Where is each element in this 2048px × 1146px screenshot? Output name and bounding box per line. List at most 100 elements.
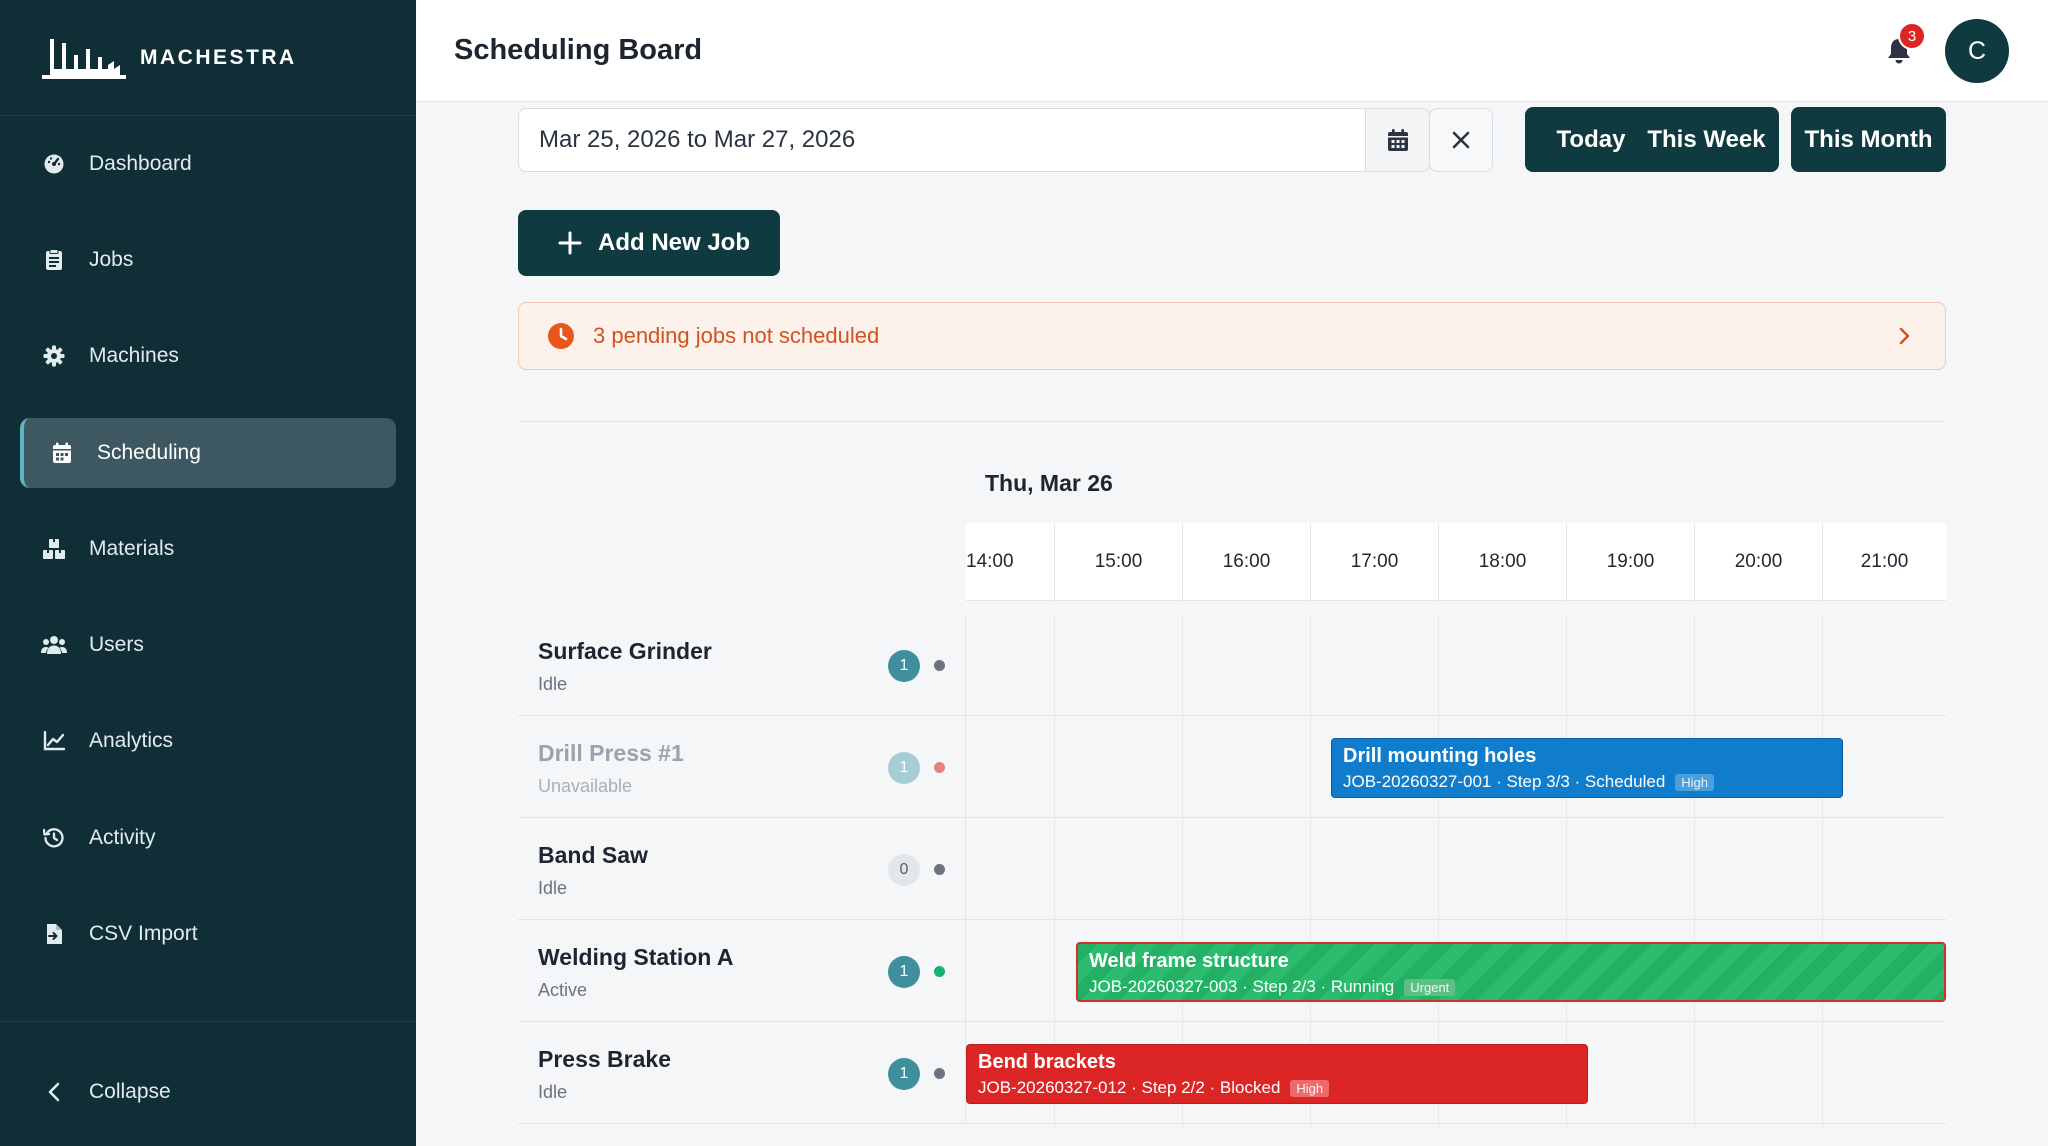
sidebar-item-label: Activity [89,826,156,849]
machine-name: Drill Press #1 [538,740,684,766]
status-dot [934,762,945,773]
time-tick: 16:00 [1182,523,1310,601]
sidebar-item-label: Scheduling [97,441,201,464]
time-tick: 19:00 [1566,523,1694,601]
sidebar-item-label: Analytics [89,729,174,752]
machine-label-press-brake[interactable]: Press Brake Idle 1 [518,1022,966,1124]
job-meta-text: JOB-20260327-001 · Step 3/3 · Scheduled [1343,772,1666,791]
history-icon [40,824,68,852]
add-new-job-label: Add New Job [598,229,751,256]
priority-badge: High [1675,773,1715,791]
sidebar-item-csv-import[interactable]: CSV Import [20,899,396,969]
factory-skyline-logo [42,38,126,79]
sidebar-item-machines[interactable]: Machines [20,321,396,391]
job-title: Drill mounting holes [1343,745,1537,767]
sidebar-item-dashboard[interactable]: Dashboard [20,129,396,199]
machine-row: Drill Press #1 Unavailable 1 Drill mount… [518,716,1946,818]
sidebar-item-label: Machines [89,344,179,367]
machine-label-band-saw[interactable]: Band Saw Idle 0 [518,818,966,920]
machine-status: Idle [538,674,568,694]
job-block-bend-brackets[interactable]: Bend brackets JOB-20260327-012 · Step 2/… [966,1044,1588,1104]
machine-label-welding-station-a[interactable]: Welding Station A Active 1 [518,920,966,1022]
notification-count-badge: 3 [1898,22,1926,50]
sidebar-item-materials[interactable]: Materials [20,514,396,584]
job-count-badge: 1 [888,1058,920,1090]
machine-name: Welding Station A [538,944,734,970]
sidebar-item-activity[interactable]: Activity [20,803,396,873]
calendar-icon [1387,129,1408,151]
status-dot [934,1068,945,1079]
this-month-button[interactable]: This Month [1791,107,1946,172]
sidebar-item-analytics[interactable]: Analytics [20,706,396,776]
time-tick: 17:00 [1310,523,1438,601]
job-meta-text: JOB-20260327-003 · Step 2/3 · Running [1089,977,1395,996]
schedule-grid: Surface Grinder Idle 1 Drill Press #1 Un… [518,614,1946,1128]
day-label: Thu, Mar 26 [985,470,1113,496]
pending-jobs-text: 3 pending jobs not scheduled [593,323,880,348]
priority-badge: High [1290,1079,1330,1097]
machine-row: Press Brake Idle 1 Bend brackets JOB-202… [518,1022,1946,1124]
clock-icon [548,323,574,349]
machine-status: Unavailable [538,776,633,796]
users-icon [40,631,68,659]
machine-label-drill-press-1[interactable]: Drill Press #1 Unavailable 1 [518,716,966,818]
time-tick: 14:00 [966,551,1014,572]
time-tick: 15:00 [1054,523,1182,601]
sidebar-item-jobs[interactable]: Jobs [20,225,396,295]
machine-row: Welding Station A Active 1 Weld frame st… [518,920,1946,1022]
boxes-icon [40,535,68,563]
file-import-icon [40,920,68,948]
machine-status: Idle [538,878,568,898]
time-tick: 21:00 [1822,523,1946,601]
status-dot [934,660,945,671]
sidebar-item-label: Users [89,633,144,656]
chevron-right-icon [1899,327,1910,345]
this-week-button[interactable]: This Week [1634,107,1779,172]
sidebar-item-label: CSV Import [89,922,198,945]
brand-name: MACHESTRA [140,45,297,69]
clear-date-button[interactable] [1429,108,1493,172]
priority-badge: Urgent [1404,978,1456,996]
sidebar-item-scheduling[interactable]: Scheduling [20,418,396,488]
job-count-badge: 1 [888,752,920,784]
machine-row: Band Saw Idle 0 [518,818,1946,920]
top-header: Scheduling Board 3 C [416,0,2048,102]
machine-name: Press Brake [538,1046,671,1072]
job-meta: JOB-20260327-012 · Step 2/2 · Blocked Hig… [978,1078,1587,1098]
clipboard-icon [40,246,68,274]
job-meta-text: JOB-20260327-012 · Step 2/2 · Blocked [978,1078,1281,1097]
time-tick: 18:00 [1438,523,1566,601]
collapse-button[interactable]: Collapse [20,1072,171,1112]
open-calendar-button[interactable] [1366,108,1430,172]
job-block-weld-frame-structure[interactable]: Weld frame structure JOB-20260327-003 · … [1076,942,1946,1002]
date-range-input[interactable]: Mar 25, 2026 to Mar 27, 2026 [518,108,1366,172]
status-dot [934,864,945,875]
sidebar-item-label: Jobs [89,248,134,271]
time-axis: 14:00 15:00 16:00 17:00 18:00 19:00 20:0… [966,523,1946,601]
status-dot [934,966,945,977]
sidebar-item-label: Materials [89,537,175,560]
sidebar: MACHESTRA Dashboard Jobs Machines Schedu… [0,0,416,1146]
sidebar-footer: Collapse [0,1021,416,1146]
user-avatar[interactable]: C [1945,19,2009,83]
machine-status: Active [538,980,588,1000]
job-count-badge: 1 [888,650,920,682]
job-meta: JOB-20260327-003 · Step 2/3 · Running Urg… [1089,977,1944,997]
job-block-drill-mounting-holes[interactable]: Drill mounting holes JOB-20260327-001 · … [1331,738,1843,798]
page-title: Scheduling Board [454,34,703,66]
job-title: Weld frame structure [1089,950,1289,972]
sidebar-item-label: Dashboard [89,152,192,175]
chevron-left-icon [40,1078,68,1106]
machine-label-surface-grinder[interactable]: Surface Grinder Idle 1 [518,614,966,716]
dashboard-icon [40,150,68,178]
calendar-icon [48,439,76,467]
add-new-job-button[interactable]: Add New Job [518,210,780,276]
machine-status: Idle [538,1082,568,1102]
job-meta: JOB-20260327-001 · Step 3/3 · Scheduled H… [1343,772,1842,792]
collapse-label: Collapse [89,1080,171,1103]
pending-jobs-alert[interactable]: 3 pending jobs not scheduled [518,302,1946,370]
time-tick: 20:00 [1694,523,1822,601]
sidebar-item-users[interactable]: Users [20,610,396,680]
close-icon [1452,131,1470,149]
brand[interactable]: MACHESTRA [0,0,416,116]
